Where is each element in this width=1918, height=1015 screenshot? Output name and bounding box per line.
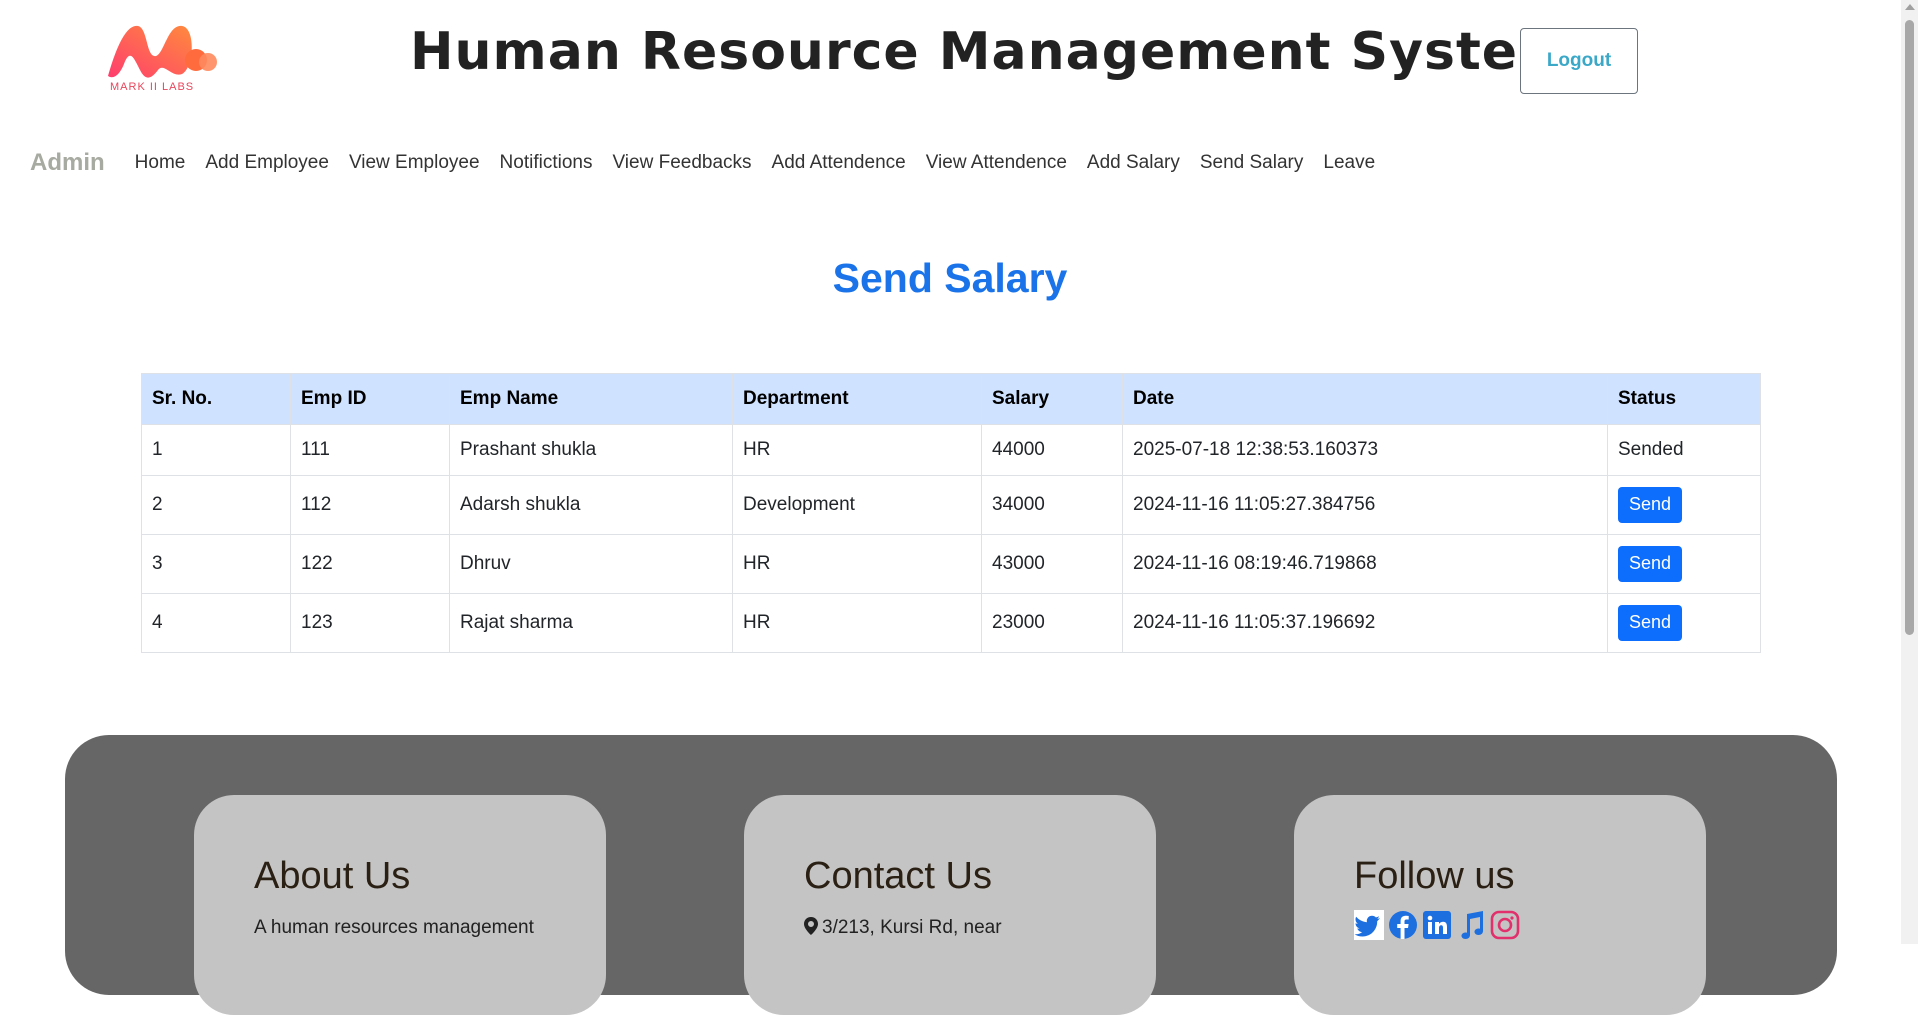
table-row: 3 122 Dhruv HR 43000 2024-11-16 08:19:46…: [141, 534, 1761, 594]
cell-status: Send: [1607, 593, 1761, 653]
twitter-icon[interactable]: [1354, 910, 1384, 940]
page-title: Send Salary: [832, 255, 1068, 301]
nav-item-add-attendance[interactable]: Add Attendence: [772, 152, 906, 174]
logo: MARK II LABS: [102, 18, 222, 98]
follow-card: Follow us: [1294, 795, 1706, 1015]
cell-department: HR: [732, 593, 982, 653]
social-icons: [1354, 910, 1520, 940]
instagram-icon[interactable]: [1490, 910, 1520, 940]
header: MARK II LABS Human Resource Management S…: [0, 0, 1900, 120]
navbar: Admin Home Add Employee View Employee No…: [30, 145, 1395, 181]
table-row: 4 123 Rajat sharma HR 23000 2024-11-16 1…: [141, 593, 1761, 653]
col-header-date: Date: [1122, 373, 1608, 425]
cell-status: Send: [1607, 534, 1761, 594]
table-row: 2 112 Adarsh shukla Development 34000 20…: [141, 475, 1761, 535]
cell-salary: 34000: [981, 475, 1123, 535]
status-text: Sended: [1607, 424, 1761, 476]
col-header-department: Department: [732, 373, 982, 425]
col-header-emp-name: Emp Name: [449, 373, 733, 425]
about-card: About Us A human resources management: [194, 795, 606, 1015]
location-pin-icon: [804, 917, 818, 935]
cell-emp-id: 123: [290, 593, 450, 653]
cell-sr-no: 4: [141, 593, 291, 653]
col-header-sr-no: Sr. No.: [141, 373, 291, 425]
send-button[interactable]: Send: [1618, 487, 1683, 523]
cell-department: HR: [732, 424, 982, 476]
send-button[interactable]: Send: [1618, 605, 1683, 641]
cell-emp-name: Adarsh shukla: [449, 475, 733, 535]
cell-sr-no: 1: [141, 424, 291, 476]
about-title: About Us: [254, 855, 411, 897]
nav-item-add-salary[interactable]: Add Salary: [1087, 152, 1180, 174]
col-header-status: Status: [1607, 373, 1761, 425]
cell-emp-name: Prashant shukla: [449, 424, 733, 476]
nav-brand[interactable]: Admin: [30, 149, 105, 177]
send-button[interactable]: Send: [1618, 546, 1683, 582]
nav-item-send-salary[interactable]: Send Salary: [1200, 152, 1304, 174]
cell-date: 2025-07-18 12:38:53.160373: [1122, 424, 1608, 476]
nav-item-notifications[interactable]: Notifictions: [500, 152, 593, 174]
cell-department: HR: [732, 534, 982, 594]
cell-salary: 43000: [981, 534, 1123, 594]
linkedin-icon[interactable]: [1422, 910, 1452, 940]
salary-table: Sr. No. Emp ID Emp Name Department Salar…: [141, 373, 1761, 653]
cell-emp-id: 122: [290, 534, 450, 594]
cell-sr-no: 3: [141, 534, 291, 594]
cell-date: 2024-11-16 08:19:46.719868: [1122, 534, 1608, 594]
app-title: Human Resource Management System: [410, 22, 1574, 82]
cell-emp-id: 111: [290, 424, 450, 476]
cell-salary: 23000: [981, 593, 1123, 653]
nav-item-home[interactable]: Home: [135, 152, 186, 174]
contact-address: 3/213, Kursi Rd, near: [804, 917, 1002, 939]
table-row: 1 111 Prashant shukla HR 44000 2025-07-1…: [141, 424, 1761, 476]
scroll-up-arrow-icon[interactable]: [1905, 4, 1915, 10]
col-header-emp-id: Emp ID: [290, 373, 450, 425]
cell-salary: 44000: [981, 424, 1123, 476]
cell-emp-name: Rajat sharma: [449, 593, 733, 653]
nav-item-leave[interactable]: Leave: [1323, 152, 1375, 174]
logout-button[interactable]: Logout: [1520, 28, 1638, 94]
cell-date: 2024-11-16 11:05:37.196692: [1122, 593, 1608, 653]
music-icon[interactable]: [1456, 910, 1486, 940]
cell-emp-id: 112: [290, 475, 450, 535]
logo-text: MARK II LABS: [110, 81, 195, 93]
scroll-thumb[interactable]: [1905, 20, 1914, 635]
cell-sr-no: 2: [141, 475, 291, 535]
about-text: A human resources management: [254, 917, 534, 938]
nav-item-view-feedbacks[interactable]: View Feedbacks: [612, 152, 751, 174]
cell-department: Development: [732, 475, 982, 535]
nav-item-add-employee[interactable]: Add Employee: [205, 152, 329, 174]
vertical-scrollbar[interactable]: [1901, 0, 1918, 944]
contact-title: Contact Us: [804, 855, 992, 897]
cell-status: Send: [1607, 475, 1761, 535]
table-header-row: Sr. No. Emp ID Emp Name Department Salar…: [141, 373, 1761, 425]
nav-item-view-employee[interactable]: View Employee: [349, 152, 480, 174]
facebook-icon[interactable]: [1388, 910, 1418, 940]
nav-item-view-attendance[interactable]: View Attendence: [926, 152, 1067, 174]
contact-text: 3/213, Kursi Rd, near: [822, 917, 1002, 938]
follow-title: Follow us: [1354, 855, 1515, 897]
cell-emp-name: Dhruv: [449, 534, 733, 594]
col-header-salary: Salary: [981, 373, 1123, 425]
cell-date: 2024-11-16 11:05:27.384756: [1122, 475, 1608, 535]
contact-card: Contact Us 3/213, Kursi Rd, near: [744, 795, 1156, 1015]
